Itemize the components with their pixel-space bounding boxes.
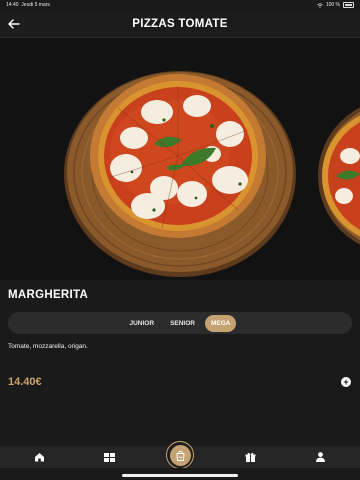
home-indicator <box>122 474 238 477</box>
cart-button[interactable] <box>166 441 194 469</box>
status-bar: 14:40 Jeudi 5 mars 100 % <box>0 0 360 10</box>
header: PIZZAS TOMATE <box>0 10 360 38</box>
status-time: 14:40 <box>6 2 19 8</box>
status-right: 100 % <box>317 2 354 8</box>
product-image-carousel[interactable] <box>0 38 360 280</box>
battery-label: 100 % <box>325 2 340 8</box>
next-pizza-image <box>318 107 360 245</box>
product-price: 14.40€ <box>8 376 42 388</box>
bag-icon <box>175 450 185 461</box>
plus-icon: + <box>343 377 349 387</box>
size-option-senior[interactable]: SENIOR <box>164 315 201 332</box>
pizza-image <box>64 71 296 277</box>
tab-rewards[interactable] <box>240 446 260 468</box>
cart-button-circle <box>169 444 191 466</box>
gift-icon <box>245 452 255 462</box>
tab-menu[interactable] <box>99 446 119 468</box>
home-icon <box>34 453 44 462</box>
size-selector: JUNIOR SENIOR MEGA <box>8 312 352 334</box>
size-option-junior[interactable]: JUNIOR <box>124 315 161 332</box>
status-date: Jeudi 5 mars <box>21 2 50 8</box>
tab-home[interactable] <box>29 446 49 468</box>
product-description: Tomate, mozzarella, origan. <box>8 343 88 350</box>
product-name: MARGHERITA <box>8 289 89 301</box>
status-left: 14:40 Jeudi 5 mars <box>6 2 50 8</box>
menu-grid-icon <box>103 452 115 462</box>
back-arrow-icon <box>8 19 20 29</box>
wifi-icon <box>317 2 323 8</box>
profile-icon <box>315 452 325 462</box>
size-option-mega[interactable]: MEGA <box>204 314 237 332</box>
page-title: PIZZAS TOMATE <box>132 17 228 30</box>
back-button[interactable] <box>4 14 24 34</box>
add-to-cart-button[interactable]: + <box>341 377 351 387</box>
tab-profile[interactable] <box>310 446 330 468</box>
battery-icon <box>343 2 354 8</box>
